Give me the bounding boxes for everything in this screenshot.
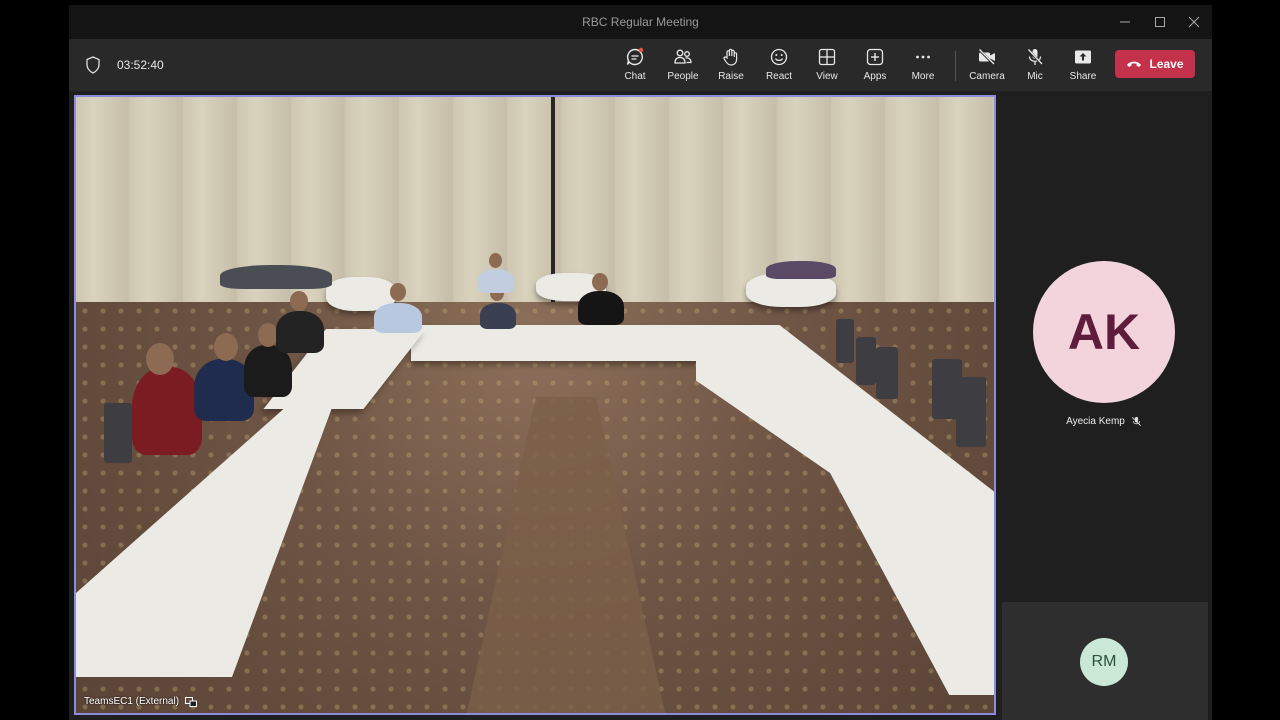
react-button[interactable]: React xyxy=(755,47,803,87)
leave-label: Leave xyxy=(1149,57,1184,71)
attendee xyxy=(276,311,324,353)
attendee xyxy=(480,303,516,329)
people-icon xyxy=(674,49,692,64)
close-window-button[interactable] xyxy=(1180,11,1208,33)
avatar-initials: RM xyxy=(1091,653,1117,670)
attendee-head xyxy=(258,323,278,347)
chair xyxy=(876,347,898,399)
participant-avatar-ak[interactable]: AK xyxy=(1033,261,1175,403)
toolbar-divider xyxy=(955,51,956,81)
chat-icon xyxy=(626,47,644,66)
attendee-group xyxy=(220,265,332,289)
attendee-head xyxy=(214,333,238,361)
react-label: React xyxy=(765,71,793,82)
chat-button[interactable]: Chat xyxy=(611,47,659,87)
chair xyxy=(956,377,986,447)
raise-label: Raise xyxy=(718,71,744,82)
mic-muted-icon xyxy=(1131,416,1141,426)
share-button[interactable]: Share xyxy=(1059,47,1107,87)
avatar-initials: AK xyxy=(1067,304,1141,360)
meeting-toolbar: 03:52:40 Chat People Raise React View Ap… xyxy=(69,39,1212,91)
ellipsis-icon xyxy=(916,55,930,59)
window-title: RBC Regular Meeting xyxy=(582,15,699,29)
participant-avatar-rm: RM xyxy=(1080,638,1128,686)
view-button[interactable]: View xyxy=(803,47,851,87)
attendee xyxy=(132,367,202,455)
minimize-button[interactable] xyxy=(1111,11,1139,33)
camera-label: Camera xyxy=(969,71,1005,82)
title-bar: RBC Regular Meeting xyxy=(69,5,1212,39)
plus-square-icon xyxy=(866,48,884,66)
chat-label: Chat xyxy=(624,71,646,82)
close-icon xyxy=(1188,16,1200,28)
maximize-icon xyxy=(1155,17,1165,27)
chair xyxy=(856,337,876,385)
shield-icon[interactable] xyxy=(85,56,101,74)
chair xyxy=(104,403,132,463)
main-video-feed[interactable]: TeamsEC1 (External) xyxy=(74,95,996,715)
camera-off-icon xyxy=(978,48,995,66)
attendee-head xyxy=(390,283,406,301)
grid-icon xyxy=(818,48,836,66)
mic-button[interactable]: Mic xyxy=(1011,47,1059,87)
attendee-head xyxy=(290,291,308,311)
raise-hand-icon xyxy=(723,48,738,66)
meeting-timer: 03:52:40 xyxy=(117,58,164,72)
screen-layout-icon xyxy=(185,696,198,707)
share-icon xyxy=(1075,50,1091,64)
participant-name: Ayecia Kemp xyxy=(1066,416,1125,427)
minimize-icon xyxy=(1120,21,1130,23)
camera-button[interactable]: Camera xyxy=(963,47,1011,87)
meeting-window: RBC Regular Meeting 03:52:40 Chat People… xyxy=(69,5,1212,720)
view-label: View xyxy=(816,71,838,82)
attendee xyxy=(578,291,624,325)
smiley-icon xyxy=(770,48,788,66)
people-button[interactable]: People xyxy=(659,47,707,87)
attendee-head xyxy=(592,273,608,291)
mic-label: Mic xyxy=(1027,71,1043,82)
attendee xyxy=(478,269,514,293)
more-button[interactable]: More xyxy=(899,47,947,87)
video-label: TeamsEC1 (External) xyxy=(84,696,198,707)
leave-button[interactable]: Leave xyxy=(1115,50,1195,78)
video-source-name: TeamsEC1 (External) xyxy=(84,696,180,707)
attendee-head xyxy=(146,343,174,375)
attendee-group xyxy=(766,261,836,279)
participant-name-tag: Ayecia Kemp xyxy=(1029,416,1179,427)
raise-hand-button[interactable]: Raise xyxy=(707,47,755,87)
attendee-head xyxy=(489,253,502,268)
share-label: Share xyxy=(1069,71,1097,82)
mic-off-icon xyxy=(1027,48,1043,66)
chair xyxy=(836,319,854,363)
maximize-button[interactable] xyxy=(1146,11,1174,33)
room-wall xyxy=(76,97,994,309)
more-label: More xyxy=(911,71,935,82)
apps-label: Apps xyxy=(863,71,887,82)
people-label: People xyxy=(667,71,699,82)
hang-up-icon xyxy=(1127,61,1142,67)
participant-tile-rm[interactable]: RM xyxy=(1002,602,1208,720)
apps-button[interactable]: Apps xyxy=(851,47,899,87)
attendee xyxy=(374,303,422,333)
